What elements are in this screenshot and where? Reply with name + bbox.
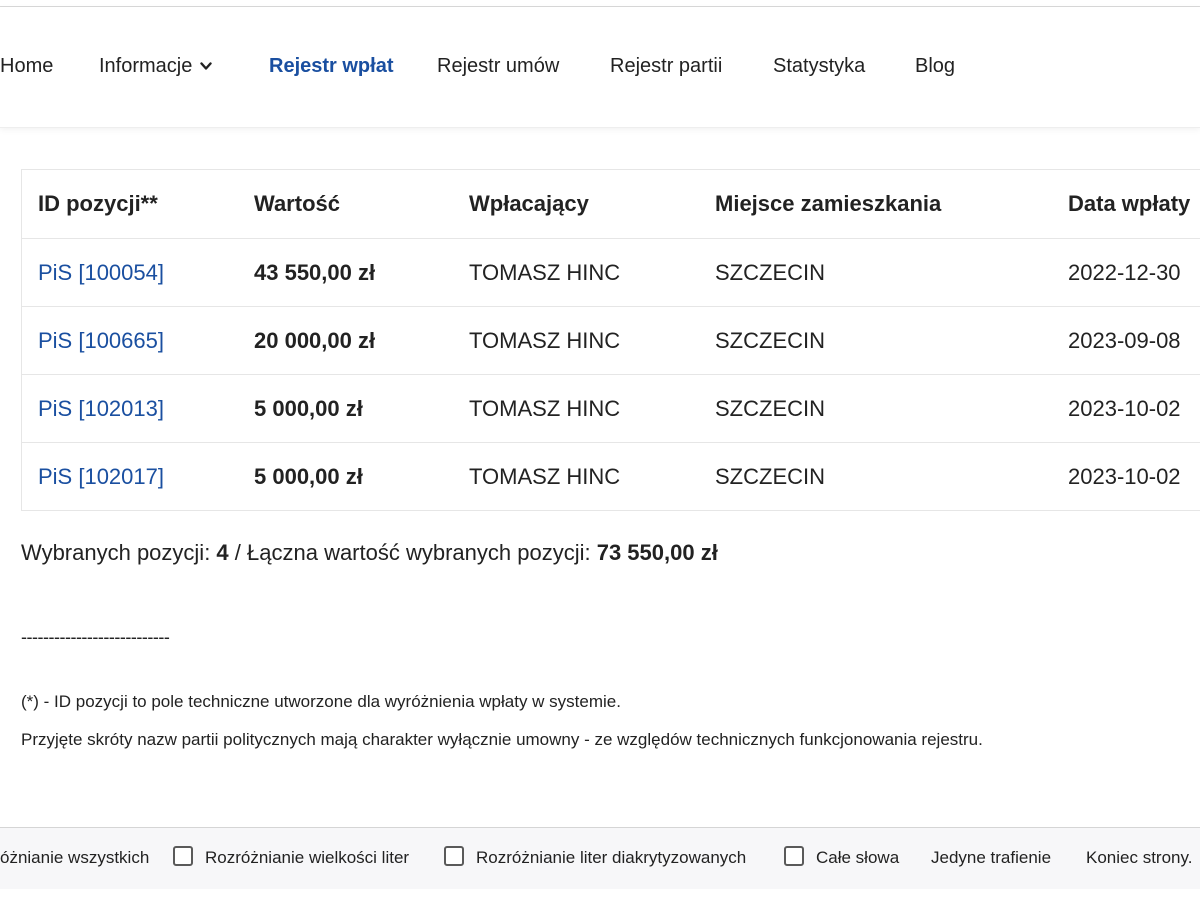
highlight-all-label[interactable]: óżnianie wszystkich (0, 848, 149, 868)
nav-informacje-label: Informacje (99, 55, 193, 77)
row-id-link[interactable]: PiS [100054] (38, 239, 164, 307)
row-value: 5 000,00 zł (254, 396, 363, 421)
header-payer[interactable]: Wpłacający (469, 170, 589, 238)
row-city: SZCZECIN (715, 464, 825, 489)
selection-summary: Wybranych pozycji: 4 / Łączna wartość wy… (21, 540, 718, 566)
header-date[interactable]: Data wpłaty (1068, 170, 1190, 238)
header-value[interactable]: Wartość (254, 170, 340, 238)
table-row: PiS [100665] 20 000,00 zł TOMASZ HINC SZ… (22, 306, 1200, 374)
row-payer: TOMASZ HINC (469, 396, 621, 421)
row-date: 2023-10-02 (1068, 464, 1181, 489)
payments-table: ID pozycji** Wartość Wpłacający Miejsce … (21, 169, 1200, 511)
summary-count-label: Wybranych pozycji: (21, 540, 217, 565)
main-navigation: Home Informacje Rejestr wpłat Rejestr um… (0, 7, 1200, 128)
table-row: PiS [100054] 43 550,00 zł TOMASZ HINC SZ… (22, 238, 1200, 306)
find-status: Jedyne trafienie (931, 848, 1052, 867)
row-id-link[interactable]: PiS [102013] (38, 375, 164, 443)
nav-informacje[interactable]: Informacje (99, 54, 213, 78)
match-diacritics-checkbox[interactable] (444, 846, 464, 866)
header-id[interactable]: ID pozycji** (38, 170, 158, 238)
summary-total-label: / Łączna wartość wybranych pozycji: (228, 540, 597, 565)
row-value: 43 550,00 zł (254, 260, 376, 285)
row-id-link[interactable]: PiS [100665] (38, 307, 164, 375)
table-header-row: ID pozycji** Wartość Wpłacający Miejsce … (22, 170, 1200, 238)
table-row: PiS [102013] 5 000,00 zł TOMASZ HINC SZC… (22, 374, 1200, 442)
nav-blog[interactable]: Blog (915, 55, 955, 78)
header-city[interactable]: Miejsce zamieszkania (715, 170, 941, 238)
nav-home[interactable]: Home (0, 55, 53, 78)
footnote-abbreviations: Przyjęte skróty nazw partii politycznych… (21, 730, 983, 749)
whole-words-checkbox[interactable] (784, 846, 804, 866)
nav-statystyka[interactable]: Statystyka (773, 55, 865, 78)
row-city: SZCZECIN (715, 328, 825, 353)
chevron-down-icon (200, 54, 213, 77)
row-payer: TOMASZ HINC (469, 328, 621, 353)
footnote-id: (*) - ID pozycji to pole techniczne utwo… (21, 692, 621, 711)
row-city: SZCZECIN (715, 396, 825, 421)
match-case-checkbox[interactable] (173, 846, 193, 866)
match-diacritics-label[interactable]: Rozróżnianie liter diakrytyzowanych (476, 848, 746, 868)
row-date: 2023-10-02 (1068, 396, 1181, 421)
row-city: SZCZECIN (715, 260, 825, 285)
row-value: 20 000,00 zł (254, 328, 376, 353)
whole-words-label[interactable]: Całe słowa (816, 848, 899, 868)
row-id-link[interactable]: PiS [102017] (38, 443, 164, 510)
summary-count: 4 (216, 540, 229, 565)
find-bar: óżnianie wszystkich Rozróżnianie wielkoś… (0, 827, 1200, 889)
footnote-separator: --------------------------- (21, 627, 170, 647)
nav-rejestr-wplat[interactable]: Rejestr wpłat (269, 55, 393, 78)
summary-total: 73 550,00 zł (596, 540, 718, 565)
row-date: 2023-09-08 (1068, 328, 1181, 353)
row-payer: TOMASZ HINC (469, 464, 621, 489)
nav-rejestr-partii[interactable]: Rejestr partii (610, 55, 722, 78)
table-row: PiS [102017] 5 000,00 zł TOMASZ HINC SZC… (22, 442, 1200, 510)
row-payer: TOMASZ HINC (469, 260, 621, 285)
row-date: 2022-12-30 (1068, 260, 1181, 285)
match-case-label[interactable]: Rozróżnianie wielkości liter (205, 848, 409, 868)
row-value: 5 000,00 zł (254, 464, 363, 489)
nav-rejestr-umow[interactable]: Rejestr umów (437, 55, 559, 78)
end-of-page-status: Koniec strony. (1086, 848, 1193, 867)
